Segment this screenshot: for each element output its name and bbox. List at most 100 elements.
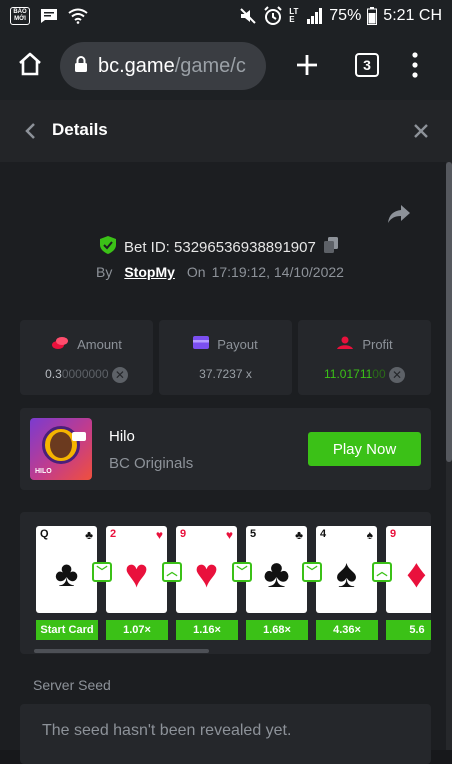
new-tab-icon[interactable] bbox=[295, 53, 319, 82]
card-suit-small: ♥ bbox=[155, 528, 163, 542]
wallet-icon bbox=[193, 336, 210, 352]
mute-icon bbox=[239, 7, 257, 25]
game-name: Hilo bbox=[109, 428, 135, 445]
bet-id: Bet ID: 53296536938891907 bbox=[124, 238, 316, 256]
message-icon bbox=[40, 8, 58, 24]
alarm-icon bbox=[263, 6, 283, 26]
profit-stat: Profit 11.0171100 ✕ bbox=[298, 320, 431, 395]
profit-label-row: Profit bbox=[298, 336, 431, 353]
card-multiplier: 5.6 bbox=[386, 620, 431, 640]
server-seed-label: Server Seed bbox=[33, 677, 111, 693]
address-bar[interactable]: bc.game/game/c bbox=[60, 42, 266, 90]
playing-card: 9♦♦ bbox=[386, 526, 431, 613]
card-multiplier: Start Card bbox=[36, 620, 98, 640]
currency-icon: ✕ bbox=[388, 367, 405, 383]
card-rank: 2 bbox=[110, 528, 117, 540]
lower-arrow-icon: ﹀ bbox=[92, 562, 112, 582]
payout-label-row: Payout bbox=[159, 336, 292, 352]
back-icon[interactable] bbox=[24, 122, 36, 145]
playing-card: 2 ♥ ♥ bbox=[106, 526, 167, 613]
thumb-label: HILO bbox=[35, 468, 52, 475]
card-suit-large: ♠ bbox=[335, 552, 358, 596]
card-rank: 4 bbox=[320, 528, 327, 540]
card-rank: Q bbox=[40, 528, 49, 540]
playing-card: 5 ♣ ♣ bbox=[246, 526, 307, 613]
news-app-icon: BÁO MỚI bbox=[10, 7, 30, 25]
coins-icon bbox=[51, 336, 69, 353]
card-history-scrollbar[interactable] bbox=[34, 649, 209, 653]
bet-id-row: Bet ID: 53296536938891907 bbox=[100, 236, 338, 258]
bet-datetime: 17:19:12, 14/10/2022 bbox=[211, 264, 344, 280]
play-now-button[interactable]: Play Now bbox=[308, 432, 421, 466]
card-suit-small: ♠ bbox=[366, 528, 373, 542]
server-seed-placeholder: The seed hasn't been revealed yet. bbox=[42, 722, 292, 739]
card-suit-small: ♣ bbox=[85, 528, 93, 542]
bettor-username-link[interactable]: StopMy bbox=[124, 264, 175, 280]
game-card: HILO Hilo BC Originals Play Now bbox=[20, 408, 431, 490]
url-path: /game/c bbox=[174, 54, 246, 77]
card-rank: 5 bbox=[250, 528, 257, 540]
card-rank: 9 bbox=[390, 528, 397, 540]
on-label: On bbox=[186, 264, 206, 280]
currency-icon: ✕ bbox=[111, 367, 128, 383]
card-suit-small: ♥ bbox=[225, 528, 233, 542]
card-history[interactable]: Q ♣ ♣ Start Card 2 ♥ ♥ ﹀ 1.07× 9 ♥ ♥ ︿ 1.16× 5 ♣ ♣ ﹀ 1.68×… bbox=[20, 512, 431, 654]
card-suit-large: ♦ bbox=[406, 552, 427, 596]
lock-icon bbox=[74, 55, 88, 78]
lower-arrow-icon: ﹀ bbox=[232, 562, 252, 582]
browser-toolbar: bc.game/game/c 3 bbox=[0, 32, 452, 100]
payout-label: Payout bbox=[217, 336, 258, 352]
server-seed-field: The seed hasn't been revealed yet. bbox=[20, 704, 431, 764]
card-suit-large: ♥ bbox=[124, 552, 149, 596]
copy-icon[interactable] bbox=[323, 237, 338, 257]
card-multiplier: 1.07× bbox=[106, 620, 168, 640]
network-type: LTE bbox=[289, 7, 299, 24]
details-header: Details bbox=[0, 100, 452, 162]
card-suit-small: ♣ bbox=[295, 528, 303, 542]
home-icon[interactable] bbox=[17, 51, 43, 82]
card-suit-large: ♣ bbox=[54, 553, 79, 594]
page-title: Details bbox=[52, 120, 108, 139]
amount-value-dim: 0000000 bbox=[61, 367, 109, 382]
card-suit-large: ♥ bbox=[194, 552, 219, 596]
card-suit-large: ♣ bbox=[263, 552, 290, 596]
payout-value: 37.7237 x bbox=[199, 367, 252, 381]
card-multiplier: 1.68× bbox=[246, 620, 308, 640]
profit-value-dim: 00 bbox=[372, 367, 386, 382]
amount-value-main: 0.3 bbox=[45, 367, 62, 382]
game-thumbnail[interactable]: HILO bbox=[30, 418, 92, 480]
more-menu-icon[interactable] bbox=[412, 52, 418, 83]
lower-arrow-icon: ﹀ bbox=[302, 562, 322, 582]
profit-value-main: 11.01711 bbox=[324, 367, 373, 382]
higher-arrow-icon: ︿ bbox=[162, 562, 182, 582]
card-multiplier: 1.16× bbox=[176, 620, 238, 640]
signal-icon bbox=[307, 8, 323, 24]
url-domain: bc.game bbox=[98, 54, 175, 77]
share-icon[interactable] bbox=[387, 204, 411, 229]
amount-label-row: Amount bbox=[20, 336, 153, 353]
tab-switcher-button[interactable]: 3 bbox=[355, 53, 379, 77]
status-bar: BÁO MỚI LTE 75% 5:21 CH bbox=[0, 0, 452, 32]
card-multiplier: 4.36× bbox=[316, 620, 378, 640]
profit-icon bbox=[336, 336, 354, 353]
clock: 5:21 CH bbox=[383, 7, 442, 24]
close-icon[interactable] bbox=[413, 123, 429, 144]
playing-card: 4 ♠ ♠ bbox=[316, 526, 377, 613]
page-scrollbar-thumb[interactable] bbox=[446, 162, 452, 462]
playing-card: Q ♣ ♣ bbox=[36, 526, 97, 613]
amount-value: 0.30000000 ✕ bbox=[20, 367, 153, 383]
payout-stat: Payout 37.7237 x bbox=[159, 320, 292, 395]
page-scrollbar[interactable] bbox=[446, 162, 452, 750]
wifi-icon bbox=[68, 8, 88, 24]
playing-card: 9 ♥ ♥ bbox=[176, 526, 237, 613]
battery-percent: 75% bbox=[329, 7, 362, 24]
battery-icon bbox=[367, 7, 378, 25]
amount-stat: Amount 0.30000000 ✕ bbox=[20, 320, 153, 395]
amount-label: Amount bbox=[77, 337, 122, 352]
verified-shield-icon bbox=[100, 236, 116, 258]
card-rank: 9 bbox=[180, 528, 187, 540]
profit-label: Profit bbox=[362, 337, 393, 352]
game-provider: BC Originals bbox=[109, 455, 194, 472]
url-text: bc.game/game/c bbox=[98, 55, 246, 78]
by-label: By bbox=[96, 264, 113, 280]
